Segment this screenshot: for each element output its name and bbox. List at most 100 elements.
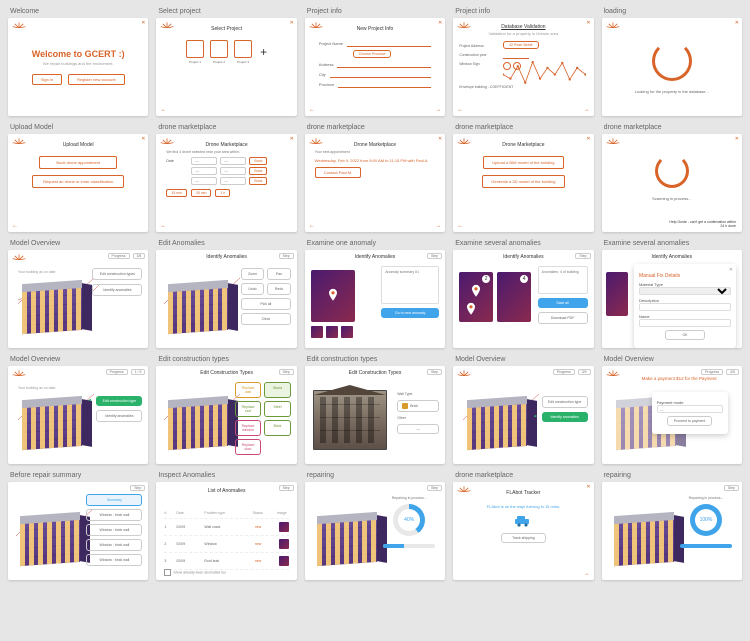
back-icon[interactable]: ← (160, 107, 166, 113)
th: # (164, 511, 172, 515)
identify-anom-button[interactable]: Identify anomalies (92, 284, 142, 296)
other-select[interactable]: — (397, 424, 439, 434)
screen-title: Model Overview (10, 240, 148, 247)
opt-pill[interactable]: 1 h (215, 189, 230, 197)
register-button[interactable]: Register new account (68, 74, 124, 85)
edit-ctype-button[interactable]: Edit construction type (542, 396, 588, 408)
brick-button[interactable]: Brick (264, 420, 291, 436)
book-drone-button[interactable]: Book drone appointment (39, 156, 117, 169)
close-icon[interactable]: ✕ (438, 20, 442, 26)
close-icon[interactable]: ✕ (290, 20, 294, 26)
add-project-icon[interactable]: + (260, 45, 267, 59)
thumb[interactable] (311, 326, 323, 338)
material-input[interactable] (639, 287, 731, 295)
back-icon[interactable]: ← (457, 223, 463, 229)
opt-pill[interactable]: 30 min (191, 189, 212, 197)
anomaly-image[interactable] (606, 272, 628, 316)
identify-anom-button[interactable]: ◀Identify anomalies (542, 412, 588, 422)
saveall-button[interactable]: Save all (538, 298, 588, 308)
modal-title: Manual Fix Details (639, 273, 731, 279)
close-icon[interactable]: ✕ (586, 20, 590, 26)
building-3d (158, 268, 228, 338)
close-icon[interactable]: ✕ (438, 136, 442, 142)
checkbox-icon[interactable] (164, 569, 171, 576)
signin-button[interactable]: Sign in (32, 74, 62, 85)
proceed-button[interactable]: Proceed to payment (667, 416, 712, 426)
upload-bim-button[interactable]: Upload a BIM model of the building (483, 156, 563, 169)
gen-3d-button[interactable]: Generate a 3D model of the building (482, 175, 564, 188)
request-drone-button[interactable]: Request an drone or inner classification (32, 175, 124, 188)
chk-label: Show already-seen anomalies too (173, 570, 226, 574)
city-field[interactable] (330, 71, 432, 78)
replace-door-button[interactable]: Replace door (235, 439, 262, 455)
payment-input[interactable] (657, 405, 723, 413)
next-icon[interactable]: → (584, 571, 590, 577)
anomaly-image[interactable] (311, 270, 355, 322)
close-icon[interactable]: ✕ (290, 136, 294, 142)
wall-type-select[interactable]: Brick (397, 400, 439, 412)
logo-sunburst-icon (309, 137, 323, 145)
table-row[interactable]: 102/09Wall cracknew (164, 519, 288, 536)
badge: 4 (520, 275, 528, 283)
address-field[interactable] (337, 61, 431, 68)
next-icon[interactable]: → (435, 107, 441, 113)
next-icon[interactable]: → (584, 107, 590, 113)
project-label: Project 1 (186, 60, 204, 64)
replace-roof-button[interactable]: Replace roof (235, 401, 262, 417)
table-row[interactable]: 202/09Windownew (164, 536, 288, 553)
close-icon[interactable]: ✕ (586, 136, 590, 142)
pan-button[interactable]: Pan (267, 268, 291, 280)
wood-button[interactable]: Wood (264, 382, 291, 398)
edit-ctype-button[interactable]: Edit construction types (92, 268, 142, 280)
heading: Edit Construction Types (305, 370, 445, 376)
anomaly-image[interactable]: 2 (459, 272, 493, 322)
row-thumb (279, 522, 289, 532)
book-button[interactable]: Book (249, 167, 267, 175)
screen-drone-booked: ✕ Drone Marketplace Your next appointmen… (305, 134, 445, 232)
contact-button[interactable]: Contact Paul M. (315, 167, 361, 178)
back-icon[interactable]: ← (309, 107, 315, 113)
desc-input[interactable] (639, 303, 731, 311)
name-input[interactable] (639, 319, 731, 327)
zoom-button[interactable]: Zoom (241, 268, 265, 280)
project-card[interactable] (186, 40, 204, 58)
back-icon[interactable]: ← (160, 223, 166, 229)
ok-button[interactable]: OK (665, 330, 704, 340)
replace-window-button[interactable]: Replace window (235, 420, 262, 436)
pickall-button[interactable]: Pick all (241, 298, 291, 310)
project-card[interactable] (210, 40, 228, 58)
thumb[interactable] (341, 326, 353, 338)
province-dropdown[interactable]: Choose Province (353, 50, 392, 58)
screen-tracker: ✕ FLAbot Tracker FLAbot is on the way! A… (453, 482, 593, 580)
screen-sev-anom-modal: Identify Anomalies ✕ Manual Fix Details … (602, 250, 742, 348)
anomaly-image[interactable]: 4 (497, 272, 531, 322)
project-card[interactable] (234, 40, 252, 58)
book-button[interactable]: Book (249, 157, 267, 165)
close-icon[interactable]: ✕ (586, 484, 590, 490)
replace-wall-button[interactable]: Replace wall (235, 382, 262, 398)
back-icon[interactable]: ← (309, 223, 315, 229)
back-icon[interactable]: ← (12, 223, 18, 229)
close-icon[interactable]: ✕ (141, 136, 145, 142)
download-button[interactable]: Download PDF (538, 312, 588, 324)
thumb[interactable] (326, 326, 338, 338)
identify-anom-button[interactable]: Identify anomalies (96, 410, 142, 422)
opt-pill[interactable]: 15 min (166, 189, 187, 197)
addr-value: 42 Pearl Street (503, 41, 538, 49)
undo-button[interactable]: Undo (241, 283, 265, 295)
name-field[interactable] (347, 40, 431, 47)
redo-button[interactable]: Redo (267, 283, 291, 295)
province-field[interactable] (338, 81, 431, 88)
clear-button[interactable]: Clear (241, 313, 291, 325)
date-cell: --- (191, 167, 217, 175)
edit-ctype-button[interactable]: ◀Edit construction type (96, 396, 142, 406)
book-button[interactable]: Book (249, 177, 267, 185)
next-icon[interactable]: → (435, 223, 441, 229)
back-icon[interactable]: ← (457, 107, 463, 113)
screen-inspect: List of Anomalies Step #DateProblem type… (156, 482, 296, 580)
screen-welcome: ✕ Welcome to GCERT :) We repair building… (8, 18, 148, 116)
next-anomaly-button[interactable]: Go to next anomaly (381, 308, 439, 318)
steel-button[interactable]: Steel (264, 401, 291, 417)
table-row[interactable]: 302/09Roof leaknew (164, 553, 288, 570)
track-button[interactable]: Track shipping (501, 533, 546, 543)
